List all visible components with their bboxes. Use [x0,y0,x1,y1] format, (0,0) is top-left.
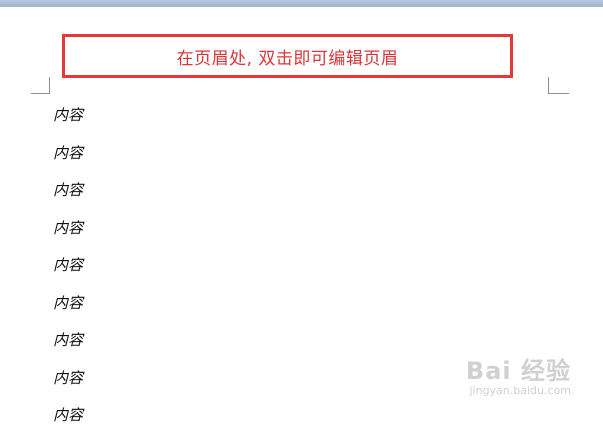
content-line: 内容 [53,106,84,124]
content-line: 内容 [53,181,84,199]
content-line: 内容 [53,368,84,387]
document-body[interactable]: 内容 内容 内容 内容 内容 内容 内容 内容 内容 [53,105,83,443]
content-line: 内容 [53,256,84,274]
content-line: 内容 [53,331,84,349]
content-line: 内容 [53,406,84,424]
watermark-logo: Bai 经验 [465,357,571,385]
header-annotation-text: 在页眉处, 双击即可编辑页眉 [176,48,399,69]
watermark-url: jingyan.baidu.com [469,384,571,397]
baidu-jingyan-watermark: Bai 经验 jingyan.baidu.com [466,351,571,397]
content-line: 内容 [53,293,84,312]
window-top-strip [0,0,603,7]
header-annotation-box[interactable]: 在页眉处, 双击即可编辑页眉 [62,34,513,78]
content-line: 内容 [53,143,84,162]
content-line: 内容 [53,218,84,237]
top-left-margin-marker [31,77,50,94]
document-page[interactable]: 在页眉处, 双击即可编辑页眉 内容 内容 内容 内容 内容 内容 内容 内容 内… [0,7,603,424]
top-right-margin-marker [548,77,569,94]
